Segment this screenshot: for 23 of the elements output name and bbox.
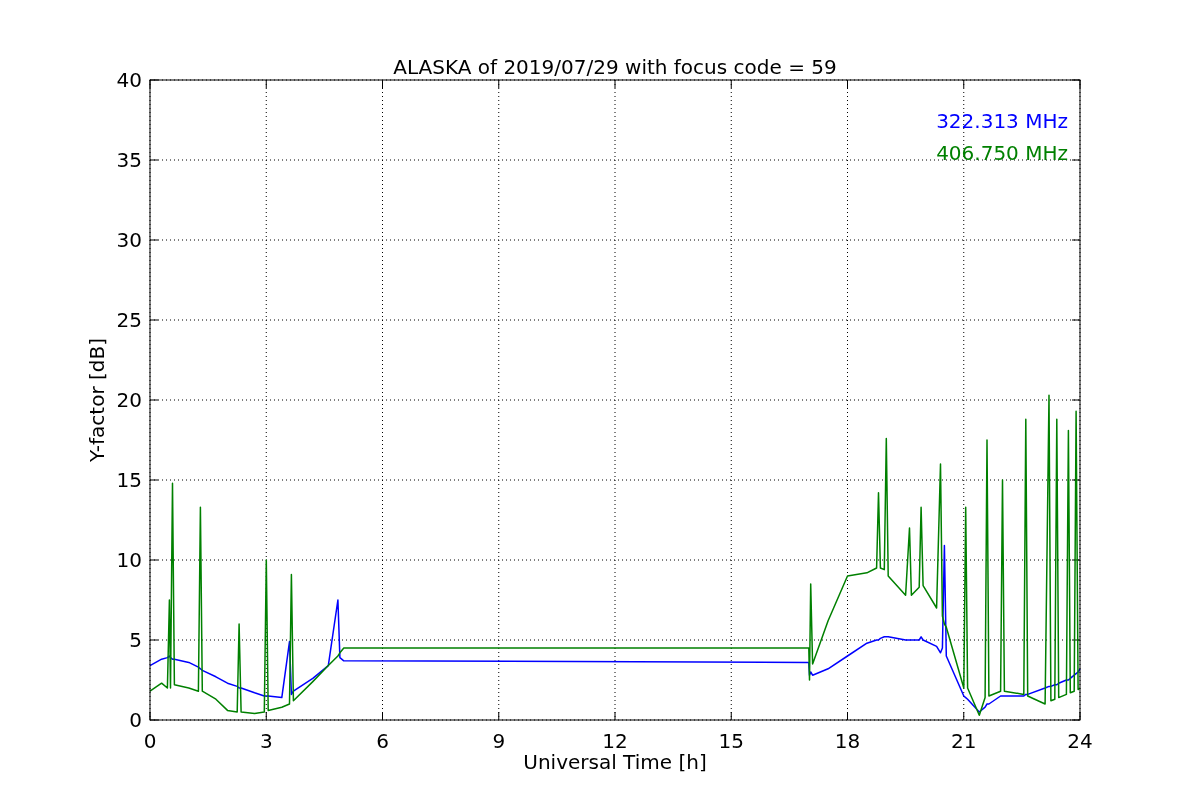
x-tick-label: 12 xyxy=(602,729,628,753)
x-tick-label: 18 xyxy=(834,729,861,753)
y-tick-label: 0 xyxy=(129,708,142,732)
x-tick-label: 24 xyxy=(1067,729,1093,753)
y-tick-label: 35 xyxy=(116,148,142,172)
y-tick-label: 25 xyxy=(116,308,142,332)
x-tick-label: 3 xyxy=(259,729,273,753)
y-tick-label: 40 xyxy=(116,68,142,92)
chart-title: ALASKA of 2019/07/29 with focus code = 59 xyxy=(393,55,837,79)
y-tick-label: 10 xyxy=(116,548,142,572)
x-tick-label: 6 xyxy=(376,729,389,753)
x-tick-label: 21 xyxy=(951,729,977,753)
y-tick-label: 15 xyxy=(116,468,142,492)
y-tick-label: 20 xyxy=(116,388,142,412)
y-axis-title: Y-factor [dB] xyxy=(85,338,109,462)
legend-label: 322.313 MHz xyxy=(936,109,1068,133)
y-tick-label: 30 xyxy=(116,228,142,252)
legend-label: 406.750 MHz xyxy=(936,141,1068,165)
x-tick-label: 15 xyxy=(718,729,744,753)
x-axis-title: Universal Time [h] xyxy=(523,750,707,774)
x-tick-label: 9 xyxy=(492,729,506,753)
y-tick-label: 5 xyxy=(129,628,142,652)
x-tick-label: 0 xyxy=(143,729,157,753)
